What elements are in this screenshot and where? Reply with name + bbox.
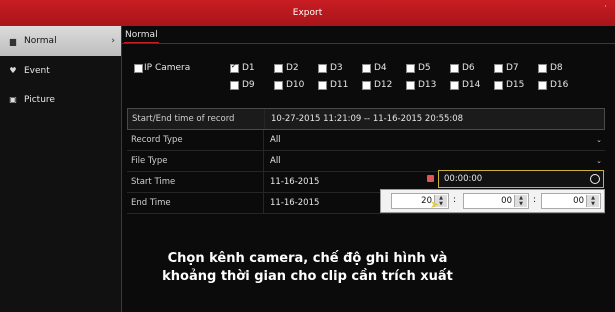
channel-d10[interactable]: D10 [274,80,304,90]
record-type-row: Record Type All ⌄ [127,130,605,151]
record-type-select[interactable]: All ⌄ [264,130,605,150]
sidebar-item-label: Picture [24,94,55,105]
minute-value: 00 [501,196,512,206]
checkbox-icon [274,63,283,73]
video-subtitle: Chọn kênh camera, chế độ ghi hình và kho… [0,250,615,286]
record-range-label: Start/End time of record [128,109,265,129]
sidebar-item-event[interactable]: ♥ Event [0,56,121,85]
sidebar-item-normal[interactable]: ▆ Normal › [0,26,121,56]
checkbox-icon [274,80,283,90]
channel-d4[interactable]: D4 [362,63,387,73]
channel-label: D11 [330,80,349,90]
checkbox-icon [538,63,547,73]
record-type-value: All [270,135,281,145]
channel-d11[interactable]: D11 [318,80,348,90]
event-icon: ♥ [9,66,17,75]
channel-d1[interactable]: D1 [230,62,255,73]
channel-d7[interactable]: D7 [494,63,519,73]
channel-d15[interactable]: D15 [494,80,524,90]
checkbox-icon [318,80,327,90]
channel-label: D4 [374,63,387,73]
checkbox-icon [494,63,503,73]
second-value: 00 [573,196,584,206]
checkbox-icon [494,80,503,90]
ip-camera-label: IP Camera [144,63,191,73]
normal-icon: ▆ [9,36,17,46]
time-separator: : [533,195,537,205]
channel-d2[interactable]: D2 [274,63,299,73]
channel-label: D7 [506,63,519,73]
window-titlebar: Export · [0,0,615,26]
channel-label: D16 [550,80,569,90]
channel-d12[interactable]: D12 [362,80,392,90]
calendar-icon[interactable] [427,175,434,182]
checkbox-icon [230,80,239,90]
channel-d13[interactable]: D13 [406,80,436,90]
spinner-arrows-icon[interactable]: ▲ ▼ [586,195,599,207]
clock-icon[interactable] [590,174,600,184]
channel-d16[interactable]: D16 [538,80,568,90]
chevron-down-icon: ⌄ [596,136,602,144]
picture-icon: ▣ [9,95,17,104]
channel-d5[interactable]: D5 [406,63,431,73]
channel-label: D6 [462,63,475,73]
file-type-value: All [270,156,281,166]
channel-d8[interactable]: D8 [538,63,563,73]
file-type-select[interactable]: All ⌄ [264,151,605,171]
checkbox-icon [406,80,415,90]
channel-label: D14 [462,80,481,90]
checkbox-icon [362,63,371,73]
start-time-value: 00:00:00 [444,174,483,184]
minute-spinner[interactable]: 00 ▲ ▼ [463,193,529,209]
mouse-cursor-icon: ➤ [430,198,440,211]
end-time-label: End Time [127,193,264,213]
record-type-label: Record Type [127,130,264,150]
channel-d3[interactable]: D3 [318,63,343,73]
channel-label: D12 [374,80,393,90]
hour-spinner[interactable]: 20 ▲ ▼ [391,193,449,209]
checkbox-icon [450,80,459,90]
tab-normal[interactable]: Normal [124,30,159,44]
channel-label: D2 [286,63,299,73]
record-range-row: Start/End time of record 10-27-2015 11:2… [127,108,605,130]
checkbox-icon [538,80,547,90]
channel-label: D5 [418,63,431,73]
channel-label: D3 [330,63,343,73]
checkbox-icon [450,63,459,73]
channel-label: D9 [242,80,255,90]
sidebar-item-picture[interactable]: ▣ Picture [0,85,121,114]
channel-label: D13 [418,80,437,90]
start-time-field[interactable]: 00:00:00 [438,170,604,188]
time-separator: : [453,195,457,205]
checkbox-icon [230,62,239,73]
start-time-label: Start Time [127,172,264,192]
channel-label: D10 [286,80,305,90]
spinner-arrows-icon[interactable]: ▲ ▼ [514,195,527,207]
subtitle-line-1: Chọn kênh camera, chế độ ghi hình và [167,251,448,266]
checkbox-icon [406,63,415,73]
record-range-value: 10-27-2015 11:21:09 -- 11-16-2015 20:55:… [271,114,464,124]
channel-d9[interactable]: D9 [230,80,255,90]
checkbox-icon [362,80,371,90]
sidebar-item-label: Normal [24,36,57,46]
checkbox-icon [134,63,143,73]
window-title: Export [292,8,323,18]
channel-label: D8 [550,63,563,73]
channel-label: D1 [242,63,255,73]
close-icon[interactable]: · [604,2,607,12]
tab-divider [122,43,615,44]
subtitle-line-2: khoảng thời gian cho clip cần trích xuất [162,269,453,284]
chevron-right-icon: › [111,36,115,46]
channel-d6[interactable]: D6 [450,63,475,73]
ip-camera-checkbox[interactable]: IP Camera [134,63,190,73]
file-type-row: File Type All ⌄ [127,151,605,172]
channel-label: D15 [506,80,525,90]
checkbox-icon [318,63,327,73]
sidebar-item-label: Event [24,65,50,76]
chevron-down-icon: ⌄ [596,157,602,165]
channel-d14[interactable]: D14 [450,80,480,90]
second-spinner[interactable]: 00 ▲ ▼ [541,193,601,209]
time-picker: 20 ▲ ▼ : 00 ▲ ▼ : 00 ▲ ▼ [380,189,605,213]
file-type-label: File Type [127,151,264,171]
